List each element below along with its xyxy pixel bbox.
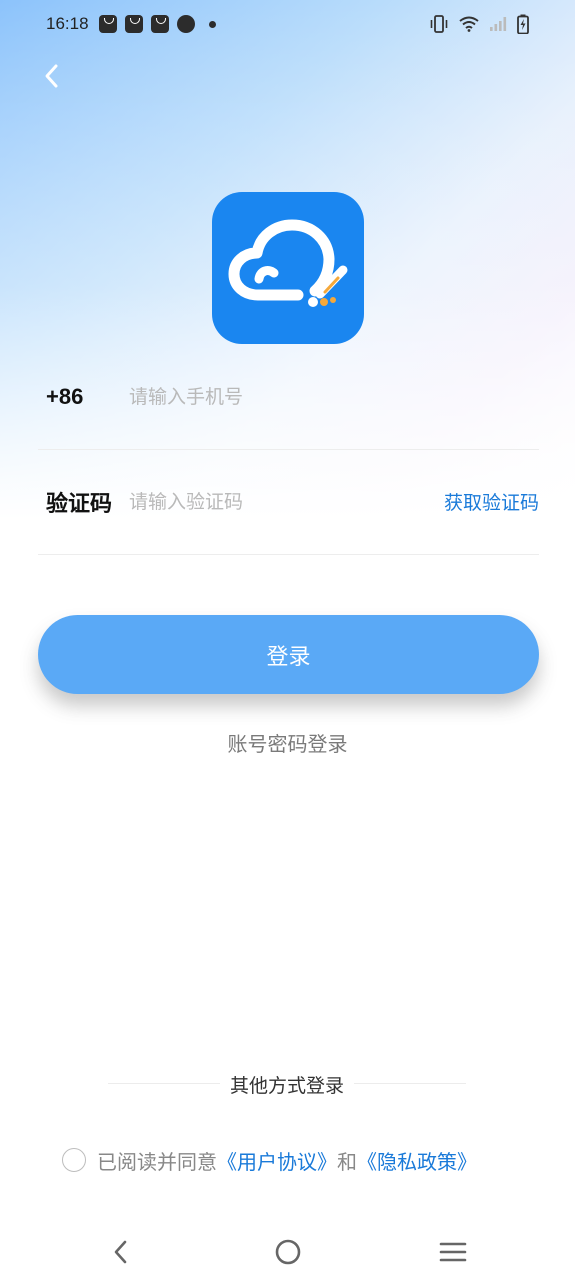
agree-checkbox[interactable]	[62, 1148, 86, 1172]
back-button[interactable]	[34, 58, 70, 94]
user-agreement-link[interactable]: 《用户协议》	[217, 1146, 337, 1175]
password-login-link[interactable]: 账号密码登录	[0, 728, 575, 757]
nav-menu-button[interactable]	[433, 1232, 473, 1272]
battery-charging-icon	[517, 14, 529, 34]
signal-icon	[490, 17, 507, 31]
other-login-divider: 其他方式登录	[108, 1070, 466, 1098]
privacy-policy-link[interactable]: 《隐私政策》	[357, 1146, 477, 1175]
gauge-icon	[176, 15, 195, 33]
nav-back-button[interactable]	[101, 1232, 141, 1272]
status-bar: 16:18	[0, 0, 575, 48]
nav-menu-icon	[439, 1242, 467, 1262]
other-login-label: 其他方式登录	[219, 1070, 354, 1098]
country-code[interactable]: +86	[38, 384, 129, 410]
agreement-prefix: 已阅读并同意	[97, 1149, 217, 1174]
agreement: 已阅读并同意 《用户协议》 和 《隐私政策》	[62, 1144, 477, 1176]
login-button[interactable]: 登录	[38, 615, 539, 694]
dot-icon	[208, 20, 216, 28]
wifi-icon	[459, 16, 479, 32]
nav-home-button[interactable]	[268, 1232, 308, 1272]
phone-row: +86	[38, 344, 539, 450]
nav-back-icon	[114, 1240, 127, 1264]
vibrate-icon	[430, 15, 448, 33]
notification-bag-icon	[98, 15, 117, 33]
cloud-pen-icon	[228, 219, 348, 307]
status-time: 16:18	[46, 14, 89, 33]
system-nav-bar	[0, 1222, 575, 1280]
notification-bag-icon	[124, 15, 143, 33]
app-logo	[212, 192, 364, 344]
code-input[interactable]	[129, 481, 444, 522]
get-code-button[interactable]: 获取验证码	[444, 488, 539, 515]
agreement-conjunction: 和	[337, 1149, 357, 1174]
status-right-icons	[429, 14, 529, 34]
chevron-left-icon	[45, 64, 58, 88]
notification-bag-icon	[150, 15, 169, 33]
code-row: 验证码 获取验证码	[38, 449, 539, 555]
code-label: 验证码	[46, 490, 113, 516]
phone-input[interactable]	[129, 376, 539, 417]
nav-home-icon	[275, 1239, 301, 1265]
